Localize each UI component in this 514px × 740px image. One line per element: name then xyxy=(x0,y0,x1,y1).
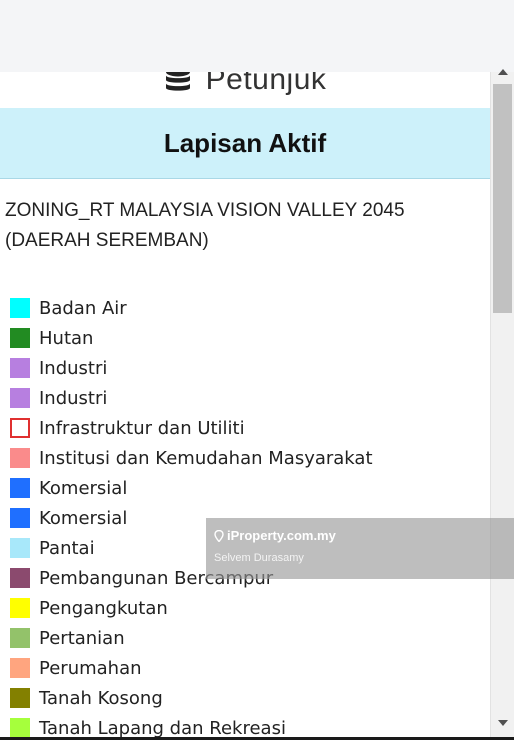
vertical-scrollbar[interactable] xyxy=(490,69,514,737)
legend-item: Badan Air xyxy=(10,293,373,323)
legend-swatch xyxy=(10,538,30,558)
legend-swatch xyxy=(10,718,30,737)
legend-label: Pantai xyxy=(39,537,95,559)
legend-label: Institusi dan Kemudahan Masyarakat xyxy=(39,447,373,469)
legend-swatch xyxy=(10,598,30,618)
legend-item: Komersial xyxy=(10,473,373,503)
scroll-down-arrow-icon[interactable] xyxy=(498,720,508,726)
legend-item: Pertanian xyxy=(10,623,373,653)
legend-item: Hutan xyxy=(10,323,373,353)
scroll-up-arrow-icon[interactable] xyxy=(498,69,508,75)
legend-swatch xyxy=(10,688,30,708)
legend-swatch xyxy=(10,388,30,408)
legend-label: Tanah Kosong xyxy=(39,687,163,709)
legend-label: Industri xyxy=(39,387,108,409)
legend-swatch xyxy=(10,448,30,468)
legend-swatch xyxy=(10,568,30,588)
section-title: Lapisan Aktif xyxy=(163,127,327,158)
legend-item: Perumahan xyxy=(10,653,373,683)
legend-label: Infrastruktur dan Utiliti xyxy=(39,417,245,439)
legend-item: Institusi dan Kemudahan Masyarakat xyxy=(10,443,373,473)
legend-swatch xyxy=(10,358,30,378)
legend-label: Komersial xyxy=(39,507,128,529)
legend-item: Industri xyxy=(10,353,373,383)
watermark-author: Selvem Durasamy xyxy=(214,552,304,564)
legend-swatch xyxy=(10,478,30,498)
watermark: iProperty.com.my Selvem Durasamy xyxy=(206,518,514,579)
legend-label: Industri xyxy=(39,357,108,379)
legend-list: Badan Air Hutan Industri Industri Infrastruk… xyxy=(10,293,373,737)
legend-item: Infrastruktur dan Utiliti xyxy=(10,413,373,443)
legend-label: Pertanian xyxy=(39,627,125,649)
legend-swatch xyxy=(10,328,30,348)
scroll-thumb[interactable] xyxy=(493,84,512,313)
legend-label: Pengangkutan xyxy=(39,597,168,619)
database-icon xyxy=(165,72,190,91)
watermark-brand: iProperty.com.my xyxy=(214,528,514,543)
active-layers-header: Lapisan Aktif xyxy=(0,108,490,179)
top-bar xyxy=(0,0,514,72)
panel-header: Petunjuk xyxy=(0,72,490,108)
panel-title: Petunjuk xyxy=(205,72,327,96)
location-pin-icon xyxy=(214,529,224,542)
layer-name: ZONING_RT MALAYSIA VISION VALLEY 2045 (D… xyxy=(5,200,405,251)
legend-swatch xyxy=(10,658,30,678)
legend-item: Tanah Lapang dan Rekreasi xyxy=(10,713,373,737)
legend-item: Pengangkutan xyxy=(10,593,373,623)
legend-item: Industri xyxy=(10,383,373,413)
legend-label: Tanah Lapang dan Rekreasi xyxy=(39,717,286,738)
legend-label: Komersial xyxy=(39,477,128,499)
legend-swatch xyxy=(10,298,30,318)
legend-label: Badan Air xyxy=(39,297,127,319)
legend-label: Perumahan xyxy=(39,657,142,679)
legend-swatch xyxy=(10,418,30,438)
legend-swatch xyxy=(10,628,30,648)
legend-item: Tanah Kosong xyxy=(10,683,373,713)
legend-label: Hutan xyxy=(39,327,94,349)
legend-swatch xyxy=(10,508,30,528)
legend-panel: Petunjuk Lapisan Aktif ZONING_RT MALAYSI… xyxy=(0,72,490,737)
watermark-brand-text: iProperty.com.my xyxy=(227,528,336,543)
